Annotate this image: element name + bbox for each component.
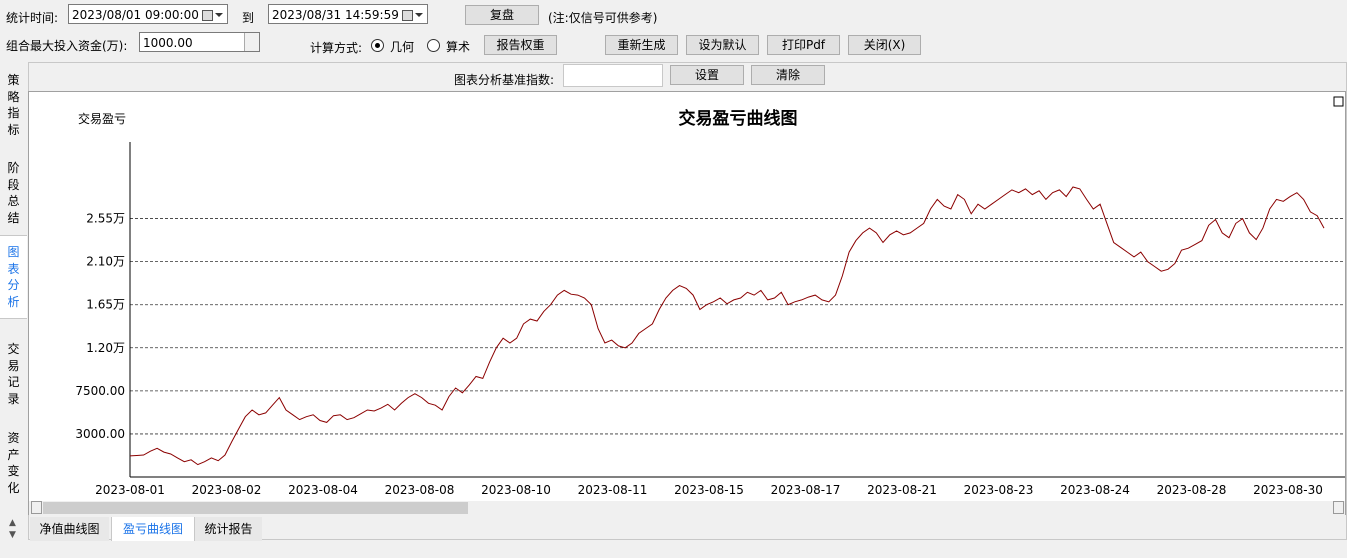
scroll-right-icon[interactable] bbox=[1333, 501, 1344, 514]
benchmark-input[interactable] bbox=[563, 64, 663, 87]
pnl-line-chart: 交易盈亏曲线图 交易盈亏 3000.00 7500.00 1.20万 1.65万 2.1… bbox=[75, 96, 1345, 497]
benchmark-label: 图表分析基准指数: bbox=[454, 73, 555, 87]
x-tick-label: 2023-08-10 bbox=[481, 483, 551, 497]
benchmark-clear-button[interactable]: 清除 bbox=[751, 65, 825, 85]
to-label: 到 bbox=[242, 11, 255, 25]
bottom-tab-1[interactable]: 盈亏曲线图 bbox=[111, 517, 195, 541]
x-tick-label: 2023-08-28 bbox=[1157, 483, 1227, 497]
spin-down-icon[interactable] bbox=[244, 42, 259, 51]
side-tab-label: 策略指标 bbox=[7, 73, 20, 137]
report-weight-button[interactable]: 报告权重 bbox=[484, 35, 557, 55]
y-axis-title: 交易盈亏 bbox=[78, 111, 126, 126]
side-tab-3[interactable]: 交易记录 bbox=[0, 341, 27, 407]
max-capital-value: 1000.00 bbox=[143, 36, 193, 50]
radio-geometric[interactable]: 几何 bbox=[371, 37, 421, 54]
y-tick-label: 2.55万 bbox=[86, 212, 125, 226]
y-tick-label: 2.10万 bbox=[86, 255, 125, 269]
chart-title: 交易盈亏曲线图 bbox=[679, 108, 798, 129]
end-time-picker[interactable]: 2023/08/31 14:59:59 bbox=[268, 4, 428, 24]
x-tick-label: 2023-08-15 bbox=[674, 483, 744, 497]
side-tab-2[interactable]: 图表分析 bbox=[0, 235, 27, 319]
calendar-icon[interactable] bbox=[402, 10, 413, 21]
max-capital-label: 组合最大投入资金(万): bbox=[6, 39, 128, 53]
chart-area[interactable]: 交易盈亏曲线图 交易盈亏 3000.00 7500.00 1.20万 1.65万 2.1… bbox=[28, 91, 1346, 515]
calc-method-label: 计算方式: bbox=[310, 41, 363, 55]
x-tick-label: 2023-08-11 bbox=[578, 483, 648, 497]
y-tick-label: 1.65万 bbox=[86, 298, 125, 312]
print-pdf-button[interactable]: 打印Pdf bbox=[767, 35, 840, 55]
max-capital-input[interactable]: 1000.00 bbox=[139, 32, 260, 52]
radio-geometric-label: 几何 bbox=[390, 40, 415, 54]
radio-arithmetic-label: 算术 bbox=[446, 40, 471, 54]
x-tick-label: 2023-08-01 bbox=[95, 483, 165, 497]
pnl-series-line bbox=[129, 186, 1325, 466]
note-text: (注:仅信号可供参考) bbox=[548, 11, 658, 25]
benchmark-set-button[interactable]: 设置 bbox=[670, 65, 744, 85]
start-time-value: 2023/08/01 09:00:00 bbox=[72, 8, 199, 22]
scroll-thumb[interactable] bbox=[43, 502, 468, 514]
radio-on-icon[interactable] bbox=[371, 39, 384, 52]
set-default-button[interactable]: 设为默认 bbox=[686, 35, 759, 55]
stat-time-label: 统计时间: bbox=[6, 11, 59, 25]
x-tick-label: 2023-08-30 bbox=[1253, 483, 1323, 497]
y-tick-label: 7500.00 bbox=[75, 384, 125, 398]
regenerate-button[interactable]: 重新生成 bbox=[605, 35, 678, 55]
chevron-down-icon[interactable] bbox=[415, 13, 423, 17]
x-tick-label: 2023-08-17 bbox=[771, 483, 841, 497]
x-tick-label: 2023-08-23 bbox=[964, 483, 1034, 497]
replay-button[interactable]: 复盘 bbox=[465, 5, 539, 25]
close-button[interactable]: 关闭(X) bbox=[848, 35, 921, 55]
side-tab-0[interactable]: 策略指标 bbox=[0, 72, 27, 138]
side-tab-label: 图表分析 bbox=[7, 245, 20, 309]
tab-scroll-up-icon[interactable]: ▲ bbox=[9, 518, 16, 528]
side-tab-4[interactable]: 资产变化 bbox=[0, 430, 27, 496]
y-tick-label: 1.20万 bbox=[86, 341, 125, 355]
radio-arithmetic[interactable]: 算术 bbox=[427, 37, 477, 54]
y-tick-label: 3000.00 bbox=[75, 427, 125, 441]
side-tab-label: 资产变化 bbox=[7, 431, 20, 495]
x-tick-label: 2023-08-02 bbox=[192, 483, 262, 497]
side-tab-label: 交易记录 bbox=[7, 342, 20, 406]
bottom-tab-2[interactable]: 统计报告 bbox=[195, 517, 262, 541]
tab-scroll-down-icon[interactable]: ▼ bbox=[9, 530, 16, 540]
bottom-tab-0[interactable]: 净值曲线图 bbox=[30, 517, 109, 541]
end-time-value: 2023/08/31 14:59:59 bbox=[272, 8, 399, 22]
x-tick-label: 2023-08-24 bbox=[1060, 483, 1130, 497]
x-tick-label: 2023-08-08 bbox=[385, 483, 455, 497]
chart-scrollbar[interactable] bbox=[29, 501, 1345, 515]
scroll-left-icon[interactable] bbox=[31, 501, 42, 514]
maximize-icon[interactable] bbox=[1333, 96, 1344, 107]
calendar-icon[interactable] bbox=[202, 10, 213, 21]
start-time-picker[interactable]: 2023/08/01 09:00:00 bbox=[68, 4, 228, 24]
x-tick-label: 2023-08-21 bbox=[867, 483, 937, 497]
x-tick-label: 2023-08-04 bbox=[288, 483, 358, 497]
side-tab-1[interactable]: 阶段总结 bbox=[0, 160, 27, 226]
chevron-down-icon[interactable] bbox=[215, 13, 223, 17]
radio-off-icon[interactable] bbox=[427, 39, 440, 52]
side-tab-label: 阶段总结 bbox=[7, 161, 20, 225]
